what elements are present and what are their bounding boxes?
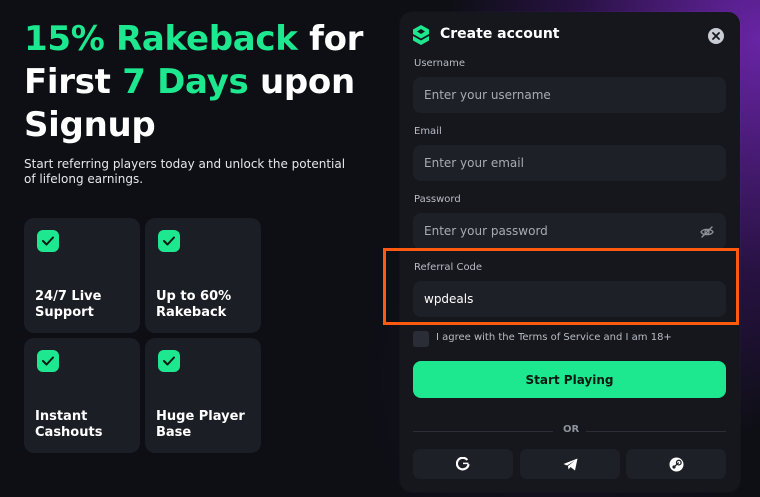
hero-title-text-4: Signup [24, 105, 156, 145]
hero-title-text-3: upon [248, 62, 355, 102]
hero-title: 15% Rakeback for First 7 Days upon Signu… [24, 18, 384, 147]
referral-code-label: Referral Code [414, 262, 483, 273]
feature-card-instant-cashouts: Instant Cashouts [24, 338, 140, 453]
feature-label: 24/7 Live Support [35, 289, 102, 320]
feature-card-live-support: 24/7 Live Support [24, 218, 140, 333]
password-input[interactable] [413, 213, 726, 249]
create-account-modal: Create account Username Email Password R… [400, 12, 740, 492]
hero-title-accent-1: 15% Rakeback [24, 19, 298, 59]
check-icon [158, 230, 180, 252]
steam-login-button[interactable] [626, 449, 726, 479]
hero-subtitle: Start referring players today and unlock… [24, 157, 346, 186]
modal-header: Create account [400, 12, 740, 58]
check-icon [158, 350, 180, 372]
modal-title: Create account [440, 26, 560, 42]
feature-label: Huge Player Base [156, 409, 245, 440]
close-button[interactable] [708, 28, 724, 44]
check-icon [37, 230, 59, 252]
brand-logo-icon [413, 25, 429, 45]
google-login-button[interactable] [413, 449, 513, 479]
feature-label: Up to 60% Rakeback [156, 289, 232, 320]
steam-icon [669, 457, 683, 471]
start-playing-button[interactable]: Start Playing [413, 361, 726, 398]
close-icon [712, 32, 720, 40]
hero-title-text-1: for [297, 19, 364, 59]
feature-card-player-base: Huge Player Base [145, 338, 261, 453]
password-label: Password [414, 194, 461, 205]
eye-off-icon[interactable] [700, 225, 714, 239]
username-label: Username [414, 58, 465, 69]
terms-checkbox[interactable] [413, 331, 429, 347]
terms-label: I agree with the Terms of Service and I … [436, 332, 672, 343]
check-icon [37, 350, 59, 372]
feature-label: Instant Cashouts [35, 409, 103, 440]
username-input[interactable] [413, 77, 726, 113]
hero-title-text-2: First [24, 62, 123, 102]
email-label: Email [414, 126, 442, 137]
divider-right [586, 431, 726, 432]
email-input[interactable] [413, 145, 726, 181]
feature-card-rakeback: Up to 60% Rakeback [145, 218, 261, 333]
or-divider-text: OR [563, 424, 580, 435]
referral-code-input[interactable] [413, 281, 726, 317]
hero-title-accent-2: 7 Days [122, 62, 249, 102]
divider-left [413, 431, 553, 432]
telegram-icon [563, 458, 577, 470]
telegram-login-button[interactable] [520, 449, 620, 479]
google-icon [456, 457, 470, 471]
